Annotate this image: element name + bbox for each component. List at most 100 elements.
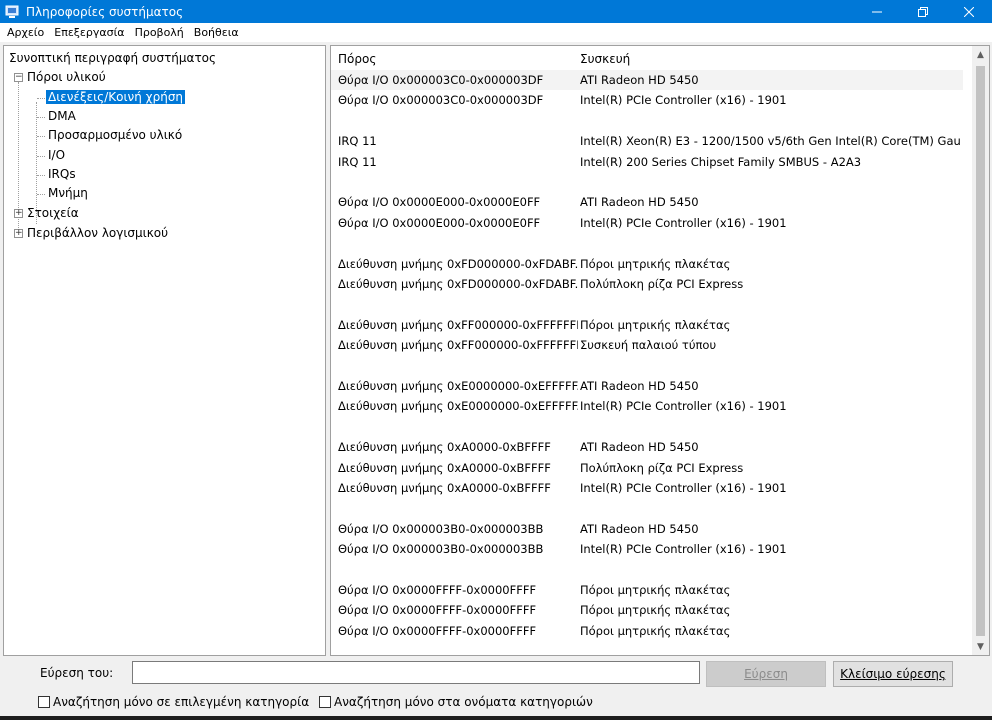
table-row[interactable] [331,560,963,580]
cell-device: ATI Radeon HD 5450 [580,73,699,87]
cell-resource: Θύρα I/O 0x000003B0-0x000003BB [338,542,544,557]
tree-item-hardware-resources[interactable]: Πόροι υλικού [27,68,106,86]
tree-guide-line [37,175,45,176]
tree-item-dma[interactable]: DMA [48,107,76,125]
table-row[interactable]: Θύρα I/O 0x0000FFFF-0x0000FFFF Πόροι μητρ… [331,580,963,600]
menu-bar: Αρχείο Επεξεργασία Προβολή Βοήθεια [0,23,992,42]
search-selected-category-checkbox[interactable]: Αναζήτηση μόνο σε επιλεγμένη κατηγορία [38,695,309,709]
cell-resource: Διεύθυνση μνήμης 0xA0000-0xBFFFF [338,460,551,475]
cell-device: Intel(R) PCIe Controller (x16) - 1901 [580,481,787,495]
find-input[interactable] [132,661,700,684]
cell-device: ATI Radeon HD 5450 [580,521,699,536]
table-row[interactable]: Θύρα I/O 0x000003B0-0x000003BB Intel(R) P… [331,539,963,559]
table-row[interactable]: Διεύθυνση μνήμης 0xFD000000-0xFDABF... Πό… [331,254,963,274]
tree-item-forced-hardware[interactable]: Προσαρμοσμένο υλικό [48,126,182,144]
cell-resource: Διεύθυνση μνήμης 0xFD000000-0xFDABF... [338,256,578,271]
tree-guide-line [37,98,45,99]
minimize-icon [872,11,882,12]
table-row[interactable] [331,233,963,253]
tree-item-system-summary[interactable]: Συνοπτική περιγραφή συστήματος [9,49,216,67]
cell-device: ATI Radeon HD 5450 [580,379,699,393]
table-row[interactable] [331,294,963,314]
search-category-names-checkbox[interactable]: Αναζήτηση μόνο στα ονόματα κατηγοριών [319,695,593,709]
cell-device: Πόροι μητρικής πλακέτας [580,623,731,638]
table-row[interactable]: Θύρα I/O 0x0000FFFF-0x0000FFFF Πόροι μητρ… [331,600,963,620]
table-row[interactable]: Διεύθυνση μνήμης 0xE0000000-0xEFFFFF... I… [331,396,963,416]
table-row[interactable]: Θύρα I/O 0x0000E000-0x0000E0FF ATI Radeon… [331,192,963,212]
list-header: Πόρος Συσκευή [331,46,971,70]
cell-resource: Διεύθυνση μνήμης 0xA0000-0xBFFFF [338,440,551,455]
table-row[interactable]: Θύρα I/O 0x000003B0-0x000003BB ATI Radeon… [331,519,963,539]
cell-resource: Διεύθυνση μνήμης 0xA0000-0xBFFFF [338,481,551,495]
column-header-resource[interactable]: Πόρος [338,52,376,66]
restore-icon [918,6,928,17]
table-row[interactable] [331,498,963,518]
table-row[interactable]: Διεύθυνση μνήμης 0xE0000000-0xEFFFFF... A… [331,376,963,396]
cell-device: Πόροι μητρικής πλακέτας [580,317,731,332]
table-row[interactable]: Θύρα I/O 0x0000FFFF-0x0000FFFF Πόροι μητρ… [331,621,963,641]
table-row[interactable]: IRQ 11 Intel(R) 200 Series Chipset Family… [331,152,963,172]
menu-help[interactable]: Βοήθεια [189,26,244,39]
cell-resource: Διεύθυνση μνήμης 0xFF000000-0xFFFFFFFF [338,317,578,332]
table-row[interactable]: Διεύθυνση μνήμης 0xA0000-0xBFFFF Πολύπλοκ… [331,458,963,478]
checkbox-box[interactable] [38,696,50,708]
category-tree[interactable]: Συνοπτική περιγραφή συστήματος − Πόροι υ… [3,45,326,656]
expand-expander-icon[interactable]: + [14,209,23,218]
table-row[interactable]: Θύρα I/O 0x0000E000-0x0000E0FF Intel(R) P… [331,213,963,233]
expand-expander-icon[interactable]: + [14,229,23,238]
tree-item-conflicts-sharing[interactable]: Διενέξεις/Κοινή χρήση [44,88,187,106]
checkbox-box[interactable] [319,696,331,708]
tree-item-memory[interactable]: Μνήμη [48,184,88,202]
minimize-button[interactable] [854,0,900,23]
menu-file[interactable]: Αρχείο [2,26,49,39]
cell-resource: Διεύθυνση μνήμης 0xE0000000-0xEFFFFF... [338,399,578,414]
table-row[interactable]: Διεύθυνση μνήμης 0xA0000-0xBFFFF ATI Rade… [331,437,963,457]
table-row[interactable]: Διεύθυνση μνήμης 0xFD000000-0xFDABF... Πο… [331,274,963,294]
tree-item-irqs[interactable]: IRQs [48,165,76,183]
find-bar: Εύρεση του: Εύρεση Κλείσιμο εύρεσης Αναζ… [0,656,992,720]
cell-device: Intel(R) PCIe Controller (x16) - 1901 [580,399,787,414]
column-header-device[interactable]: Συσκευή [580,52,630,66]
cell-device: Intel(R) 200 Series Chipset Family SMBUS… [580,154,862,169]
cell-resource: Διεύθυνση μνήμης 0xE0000000-0xEFFFFF... [338,379,578,393]
scroll-down-icon[interactable]: ▼ [972,638,989,655]
table-row[interactable] [331,417,963,437]
menu-edit[interactable]: Επεξεργασία [49,26,129,39]
cell-device: Intel(R) Xeon(R) E3 - 1200/1500 v5/6th G… [580,134,960,149]
table-row[interactable]: Διεύθυνση μνήμης 0xFF000000-0xFFFFFFFF Πό… [331,315,963,335]
close-button[interactable] [946,0,992,23]
resource-list[interactable]: Πόρος Συσκευή Θύρα I/O 0x000003C0-0x0000… [330,45,990,656]
cell-device: ATI Radeon HD 5450 [580,195,699,210]
table-row[interactable] [331,356,963,376]
cell-device: Intel(R) PCIe Controller (x16) - 1901 [580,93,787,108]
tree-item-io[interactable]: I/O [48,146,65,164]
table-row[interactable]: Διεύθυνση μνήμης 0xFF000000-0xFFFFFFFF Συ… [331,335,963,355]
cell-resource: Θύρα I/O 0x000003C0-0x000003DF [338,93,544,108]
collapse-expander-icon[interactable]: − [14,73,23,82]
restore-button[interactable] [900,0,946,23]
scroll-up-icon[interactable]: ▲ [972,46,989,63]
tree-guide-line [37,136,45,137]
cell-device: Πολύπλοκη ρίζα PCI Express [580,460,744,475]
title-bar: Πληροφορίες συστήματος [0,0,992,23]
tree-item-software-environment[interactable]: Περιβάλλον λογισμικού [27,224,168,242]
vertical-scrollbar[interactable]: ▲ ▼ [972,46,989,655]
system-info-app-icon [4,4,20,20]
cell-resource: IRQ 11 [338,154,377,169]
tree-item-components[interactable]: Στοιχεία [27,204,79,222]
table-row[interactable]: IRQ 11 Intel(R) Xeon(R) E3 - 1200/1500 v5… [331,131,963,151]
tree-guide-line [37,156,45,157]
table-row[interactable]: Θύρα I/O 0x000003C0-0x000003DF ATI Radeon… [331,70,963,90]
find-button[interactable]: Εύρεση [706,661,826,687]
cell-device: Συσκευή παλαιού τύπου [580,338,717,353]
cell-resource: Διεύθυνση μνήμης 0xFF000000-0xFFFFFFFF [338,338,578,353]
scrollbar-thumb[interactable] [976,66,985,636]
table-row[interactable] [331,111,963,131]
cell-resource: IRQ 11 [338,134,377,149]
table-row[interactable] [331,172,963,192]
cell-device: Πόροι μητρικής πλακέτας [580,583,731,597]
close-find-button[interactable]: Κλείσιμο εύρεσης [833,661,953,687]
table-row[interactable]: Διεύθυνση μνήμης 0xA0000-0xBFFFF Intel(R)… [331,478,963,498]
table-row[interactable]: Θύρα I/O 0x000003C0-0x000003DF Intel(R) P… [331,90,963,110]
menu-view[interactable]: Προβολή [130,26,189,39]
